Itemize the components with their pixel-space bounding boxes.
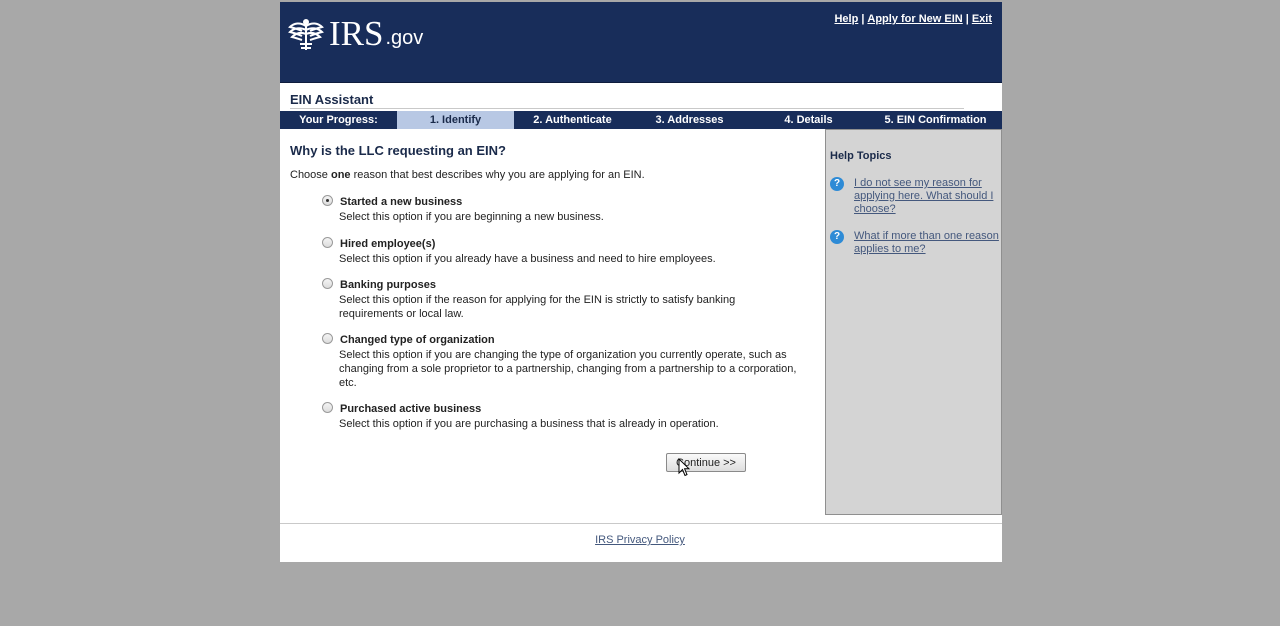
link-separator: | xyxy=(861,13,865,25)
exit-link[interactable]: Exit xyxy=(972,13,992,25)
option-description: Select this option if you already have a… xyxy=(339,253,716,265)
progress-step-identify: 1. Identify xyxy=(397,111,514,129)
option-title: Hired employee(s) xyxy=(340,238,436,250)
link-separator: | xyxy=(965,13,969,25)
option-description: Select this option if you are beginning … xyxy=(339,211,604,223)
top-links: Help | Apply for New EIN | Exit xyxy=(834,13,992,25)
option-title: Changed type of organization xyxy=(340,334,495,346)
radio-purchased-business[interactable] xyxy=(322,402,333,413)
progress-bar: Your Progress: 1. Identify 2. Authentica… xyxy=(280,111,1002,129)
page-question: Why is the LLC requesting an EIN? xyxy=(290,143,506,158)
apply-new-ein-link[interactable]: Apply for New EIN xyxy=(867,13,962,25)
progress-step-details: 4. Details xyxy=(784,114,833,126)
app-title: EIN Assistant xyxy=(290,92,374,107)
radio-hired-employees[interactable] xyxy=(322,237,333,248)
option-title: Banking purposes xyxy=(340,279,436,291)
help-topics-title: Help Topics xyxy=(830,150,892,162)
instruction-text: Choose one reason that best describes wh… xyxy=(290,169,645,181)
radio-banking-purposes[interactable] xyxy=(322,278,333,289)
option-title: Purchased active business xyxy=(340,403,482,415)
help-link[interactable]: Help xyxy=(834,13,858,25)
option-title: Started a new business xyxy=(340,196,463,208)
instruction-bold: one xyxy=(330,169,351,181)
instruction-post: reason that best describes why you are a… xyxy=(350,169,645,181)
help-topics-panel: Help Topics ? I do not see my reason for… xyxy=(825,129,1002,515)
ein-page: IRS .gov Help | Apply for New EIN | Exit EIN… xyxy=(280,2,1002,562)
radio-changed-organization[interactable] xyxy=(322,333,333,344)
instruction-pre: Choose xyxy=(290,169,331,181)
option-description: Select this option if you are purchasing… xyxy=(339,418,719,430)
option-description: Select this option if the reason for app… xyxy=(339,294,736,320)
progress-step-confirmation: 5. EIN Confirmation xyxy=(884,114,987,126)
eagle-icon xyxy=(288,19,324,50)
irs-logo[interactable]: IRS .gov xyxy=(287,16,423,52)
footer-divider xyxy=(280,523,1002,524)
progress-label: Your Progress: xyxy=(299,114,378,126)
progress-step-authenticate: 2. Authenticate xyxy=(533,114,612,126)
logo-irs-text: IRS xyxy=(329,14,384,53)
option-description: Select this option if you are changing t… xyxy=(339,349,797,389)
logo-gov-text: .gov xyxy=(385,27,424,49)
title-divider xyxy=(290,108,964,109)
header-bar: IRS .gov Help | Apply for New EIN | Exit xyxy=(280,2,1002,83)
privacy-policy-link[interactable]: IRS Privacy Policy xyxy=(280,534,1000,546)
help-question-icon: ? xyxy=(830,177,844,191)
help-link-multiple-reasons[interactable]: What if more than one reason applies to … xyxy=(854,230,1000,256)
help-link-reason-not-listed[interactable]: I do not see my reason for applying here… xyxy=(854,177,1000,216)
progress-step-addresses: 3. Addresses xyxy=(655,114,724,126)
mouse-cursor-icon xyxy=(678,458,690,477)
radio-new-business[interactable] xyxy=(322,195,333,206)
help-question-icon: ? xyxy=(830,230,844,244)
